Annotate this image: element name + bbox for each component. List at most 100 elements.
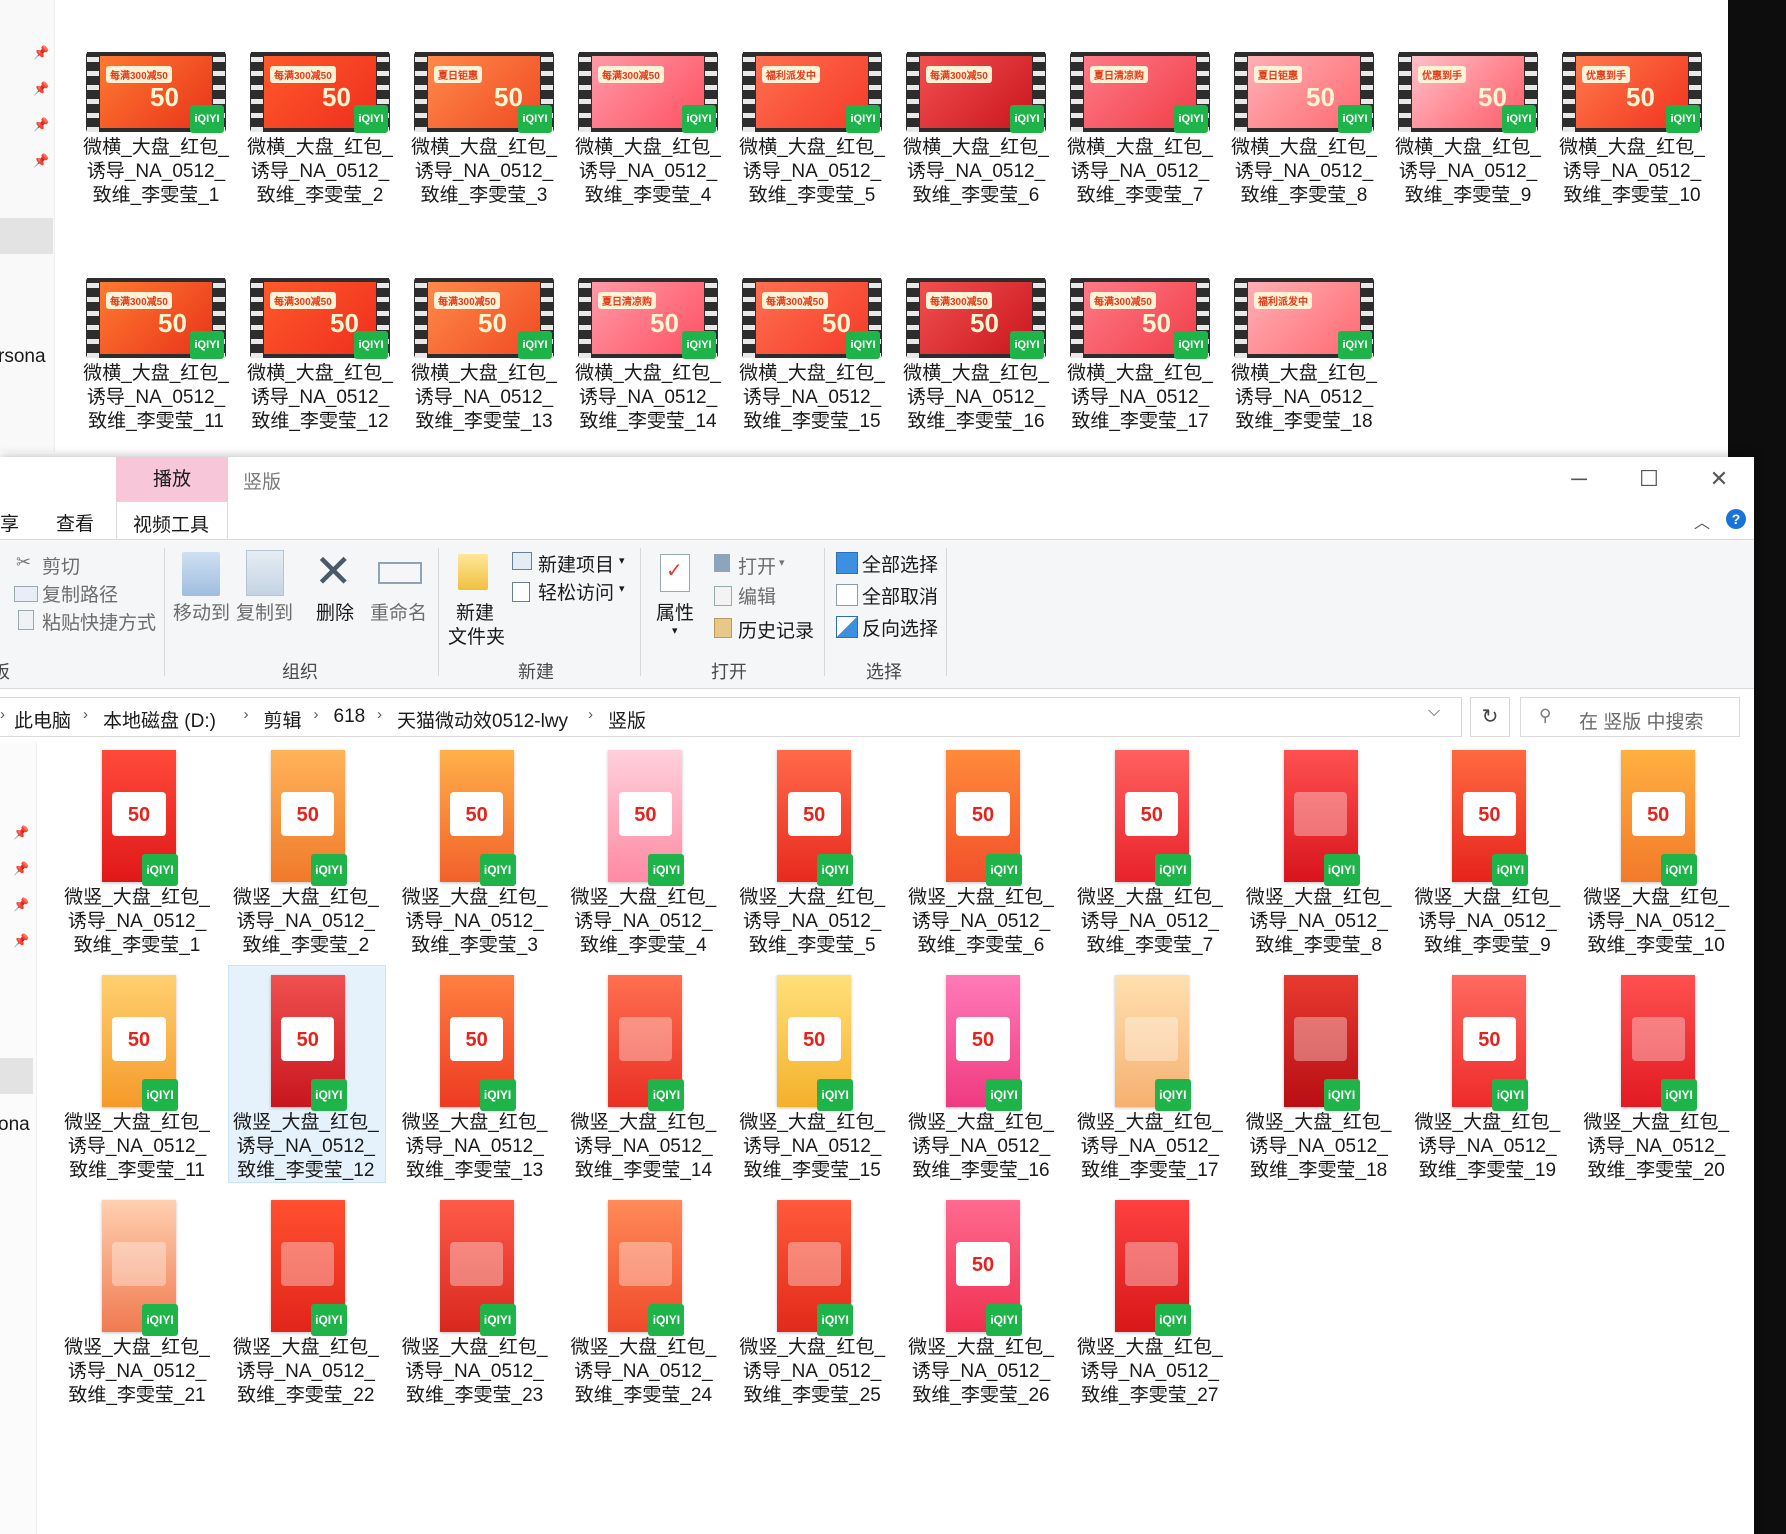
move-to-button[interactable]: 移动到: [173, 598, 230, 625]
nav-selected-item[interactable]: [0, 1058, 33, 1094]
video-file-item[interactable]: iQIYI 微竖_大盘_红包_ 诱导_NA_0512_ 致维_李雯莹_22: [231, 1200, 381, 1410]
video-file-item[interactable]: iQIYI 微竖_大盘_红包_ 诱导_NA_0512_ 致维_李雯莹_20: [1581, 975, 1731, 1185]
easy-access-button[interactable]: 轻松访问: [538, 578, 614, 605]
video-file-item[interactable]: 50 iQIYI 微竖_大盘_红包_ 诱导_NA_0512_ 致维_李雯莹_26: [906, 1200, 1056, 1410]
video-thumbnail[interactable]: 优惠到手 50 iQIYI: [1398, 52, 1538, 133]
video-file-item[interactable]: 50 iQIYI 微竖_大盘_红包_ 诱导_NA_0512_ 致维_李雯莹_10: [1581, 750, 1731, 960]
breadcrumb-item[interactable]: 此电脑: [14, 706, 71, 733]
properties-button[interactable]: 属性: [656, 598, 694, 625]
pin-icon[interactable]: 📌: [33, 154, 49, 168]
video-file-item[interactable]: iQIYI 微竖_大盘_红包_ 诱导_NA_0512_ 致维_李雯莹_17: [1075, 975, 1225, 1185]
copy-to-button[interactable]: 复制到: [236, 598, 293, 625]
video-thumbnail[interactable]: 夏日钜惠 50 iQIYI: [1234, 52, 1374, 133]
copy-path-button[interactable]: 复制路径: [42, 580, 118, 607]
video-thumbnail[interactable]: 夏日清凉购 50 iQIYI: [578, 278, 718, 359]
video-file-item[interactable]: iQIYI 微竖_大盘_红包_ 诱导_NA_0512_ 致维_李雯莹_18: [1244, 975, 1394, 1185]
nav-item-personal[interactable]: rsona: [0, 346, 46, 368]
video-file-item[interactable]: 50 iQIYI 微竖_大盘_红包_ 诱导_NA_0512_ 致维_李雯莹_3: [400, 750, 550, 960]
select-all-button[interactable]: 全部选择: [862, 550, 938, 577]
invert-selection-button[interactable]: 反向选择: [862, 614, 938, 641]
search-input[interactable]: ⚲ 在 竖版 中搜索: [1520, 697, 1740, 737]
breadcrumb-item[interactable]: 天猫微动效0512-lwy: [397, 706, 568, 733]
video-thumbnail[interactable]: 每满300减50 50 iQIYI: [86, 278, 226, 359]
video-file-item[interactable]: iQIYI 微竖_大盘_红包_ 诱导_NA_0512_ 致维_李雯莹_24: [568, 1200, 718, 1410]
video-file-item[interactable]: 50 iQIYI 微竖_大盘_红包_ 诱导_NA_0512_ 致维_李雯莹_12: [231, 975, 381, 1185]
video-file-item[interactable]: 50 iQIYI 微竖_大盘_红包_ 诱导_NA_0512_ 致维_李雯莹_1: [62, 750, 212, 960]
pin-icon[interactable]: 📌: [33, 82, 49, 96]
open-button[interactable]: 打开: [738, 552, 776, 579]
video-thumbnail[interactable]: 每满300减50 iQIYI: [906, 52, 1046, 133]
pin-icon[interactable]: 📌: [13, 898, 29, 912]
new-item-button[interactable]: 新建项目: [538, 550, 614, 577]
video-file-item[interactable]: iQIYI 微竖_大盘_红包_ 诱导_NA_0512_ 致维_李雯莹_14: [568, 975, 718, 1185]
video-file-item[interactable]: iQIYI 微竖_大盘_红包_ 诱导_NA_0512_ 致维_李雯莹_21: [62, 1200, 212, 1410]
video-file-item[interactable]: 50 iQIYI 微竖_大盘_红包_ 诱导_NA_0512_ 致维_李雯莹_2: [231, 750, 381, 960]
collapse-ribbon-icon[interactable]: ︿: [1694, 509, 1710, 533]
video-thumbnail[interactable]: 每满300减50 50 iQIYI: [414, 278, 554, 359]
minimize-button[interactable]: ─: [1544, 457, 1614, 501]
video-thumbnail[interactable]: 每满300减50 50 iQIYI: [742, 278, 882, 359]
video-thumbnail[interactable]: 夏日钜惠 50 iQIYI: [414, 52, 554, 133]
address-bar[interactable]: [0, 697, 1462, 737]
video-file-item[interactable]: 50 iQIYI 微竖_大盘_红包_ 诱导_NA_0512_ 致维_李雯莹_5: [737, 750, 887, 960]
tab-play[interactable]: 播放: [116, 457, 228, 501]
breadcrumb-item[interactable]: 竖版: [608, 706, 646, 733]
video-thumbnail[interactable]: 每满300减50 50 iQIYI: [906, 278, 1046, 359]
video-file-item[interactable]: 50 iQIYI 微竖_大盘_红包_ 诱导_NA_0512_ 致维_李雯莹_19: [1412, 975, 1562, 1185]
edit-button[interactable]: 编辑: [738, 582, 776, 609]
breadcrumb-item[interactable]: 剪辑: [264, 706, 302, 733]
dropdown-arrow-icon[interactable]: ▾: [619, 554, 625, 567]
breadcrumb-item[interactable]: 618: [334, 706, 366, 728]
video-thumbnail[interactable]: 每满300减50 50 iQIYI: [1070, 278, 1210, 359]
delete-button[interactable]: 删除: [316, 598, 354, 625]
nav-item-personal[interactable]: ona: [0, 1114, 30, 1136]
video-file-item[interactable]: 50 iQIYI 微竖_大盘_红包_ 诱导_NA_0512_ 致维_李雯莹_4: [568, 750, 718, 960]
video-thumbnail[interactable]: 每满300减50 50 iQIYI: [86, 52, 226, 133]
video-thumbnail[interactable]: 夏日清凉购 iQIYI: [1070, 52, 1210, 133]
maximize-button[interactable]: ☐: [1614, 457, 1684, 501]
video-thumbnail[interactable]: 优惠到手 50 iQIYI: [1562, 52, 1702, 133]
tab-view[interactable]: 查看: [56, 509, 94, 536]
tab-share[interactable]: 享: [0, 509, 19, 536]
refresh-button[interactable]: ↻: [1470, 697, 1510, 737]
chevron-down-icon[interactable]: ⌵: [1428, 703, 1440, 721]
iqiyi-badge-icon: iQIYI: [846, 105, 880, 133]
video-file-item[interactable]: 50 iQIYI 微竖_大盘_红包_ 诱导_NA_0512_ 致维_李雯莹_13: [400, 975, 550, 1185]
new-folder-button-line2[interactable]: 文件夹: [448, 622, 505, 649]
close-button[interactable]: ✕: [1684, 457, 1754, 501]
video-thumbnail[interactable]: 福利派发中 iQIYI: [742, 52, 882, 133]
new-folder-button-line1[interactable]: 新建: [456, 598, 494, 625]
pin-icon[interactable]: 📌: [13, 826, 29, 840]
video-file-item[interactable]: 50 iQIYI 微竖_大盘_红包_ 诱导_NA_0512_ 致维_李雯莹_11: [62, 975, 212, 1185]
cut-button[interactable]: 剪切: [42, 552, 80, 579]
select-none-button[interactable]: 全部取消: [862, 582, 938, 609]
video-file-item[interactable]: 50 iQIYI 微竖_大盘_红包_ 诱导_NA_0512_ 致维_李雯莹_16: [906, 975, 1056, 1185]
dropdown-arrow-icon[interactable]: ▾: [779, 556, 785, 569]
video-file-item[interactable]: iQIYI 微竖_大盘_红包_ 诱导_NA_0512_ 致维_李雯莹_25: [737, 1200, 887, 1410]
video-thumbnail[interactable]: 每满300减50 50 iQIYI: [250, 278, 390, 359]
pin-icon[interactable]: 📌: [13, 862, 29, 876]
help-icon[interactable]: ?: [1726, 509, 1746, 529]
video-thumbnail[interactable]: 每满300减50 50 iQIYI: [250, 52, 390, 133]
video-thumbnail[interactable]: 福利派发中 iQIYI: [1234, 278, 1374, 359]
nav-selected-item[interactable]: [0, 218, 53, 254]
video-file-item[interactable]: 50 iQIYI 微竖_大盘_红包_ 诱导_NA_0512_ 致维_李雯莹_15: [737, 975, 887, 1185]
pin-icon[interactable]: 📌: [33, 118, 49, 132]
pin-icon[interactable]: 📌: [33, 46, 49, 60]
tab-video-tools[interactable]: 视频工具: [116, 501, 228, 539]
video-file-item[interactable]: 50 iQIYI 微竖_大盘_红包_ 诱导_NA_0512_ 致维_李雯莹_7: [1075, 750, 1225, 960]
dropdown-arrow-icon[interactable]: ▾: [619, 582, 625, 595]
video-file-item[interactable]: iQIYI 微竖_大盘_红包_ 诱导_NA_0512_ 致维_李雯莹_23: [400, 1200, 550, 1410]
video-thumbnail[interactable]: 每满300减50 iQIYI: [578, 52, 718, 133]
pin-icon[interactable]: 📌: [13, 934, 29, 948]
thumbnail-value: 50: [478, 308, 507, 338]
video-file-item[interactable]: iQIYI 微竖_大盘_红包_ 诱导_NA_0512_ 致维_李雯莹_27: [1075, 1200, 1225, 1410]
video-file-item[interactable]: iQIYI 微竖_大盘_红包_ 诱导_NA_0512_ 致维_李雯莹_8: [1244, 750, 1394, 960]
video-file-item[interactable]: 50 iQIYI 微竖_大盘_红包_ 诱导_NA_0512_ 致维_李雯莹_6: [906, 750, 1056, 960]
dropdown-arrow-icon[interactable]: ▾: [672, 624, 678, 637]
paste-shortcut-button[interactable]: 粘贴快捷方式: [42, 608, 156, 635]
history-button[interactable]: 历史记录: [738, 616, 814, 643]
video-file-item[interactable]: 50 iQIYI 微竖_大盘_红包_ 诱导_NA_0512_ 致维_李雯莹_9: [1412, 750, 1562, 960]
rename-button[interactable]: 重命名: [370, 598, 427, 625]
breadcrumb-item[interactable]: 本地磁盘 (D:): [103, 706, 216, 733]
